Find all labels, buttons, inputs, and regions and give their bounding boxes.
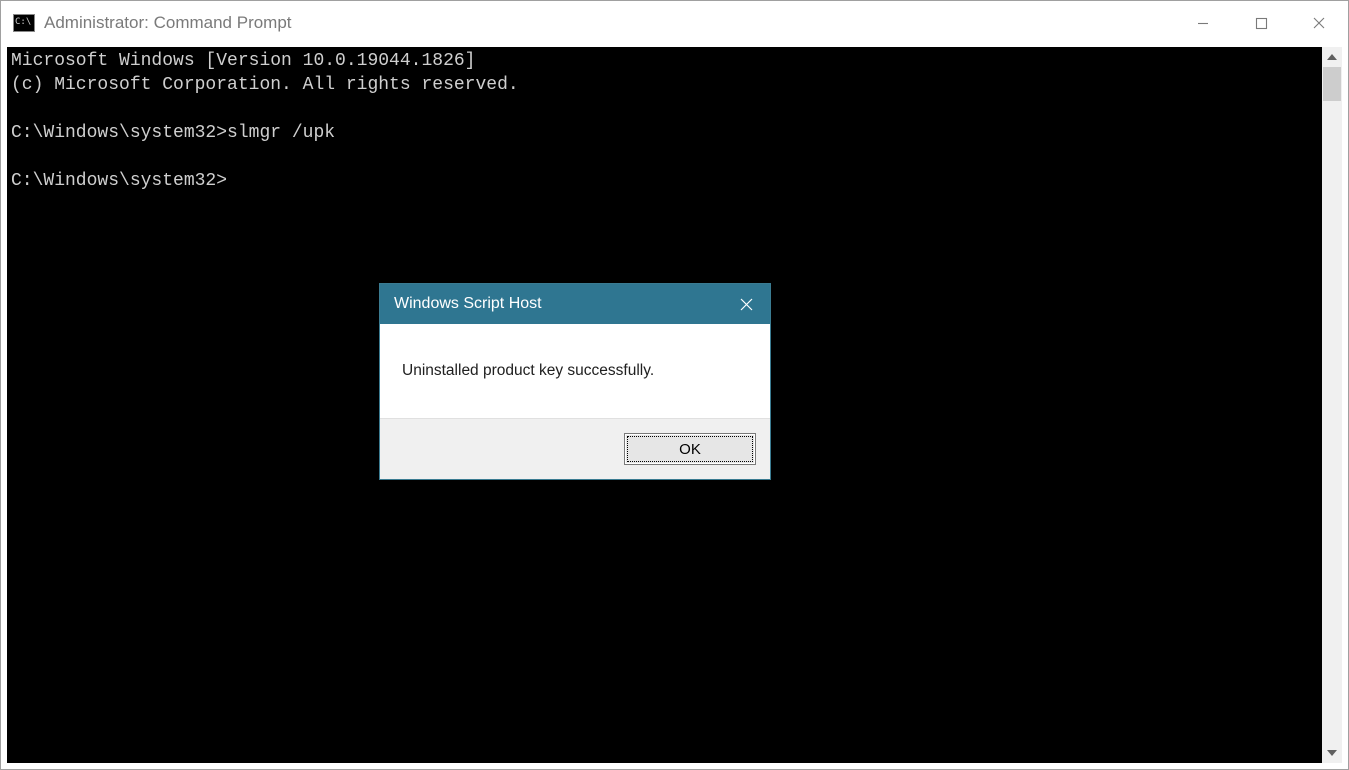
scroll-up-button[interactable] <box>1322 47 1342 67</box>
dialog-title: Windows Script Host <box>394 295 542 313</box>
titlebar[interactable]: Administrator: Command Prompt <box>1 1 1348 45</box>
console-line: (c) Microsoft Corporation. All rights re… <box>11 75 519 95</box>
dialog-footer: OK <box>380 418 770 479</box>
command-prompt-window: Administrator: Command Prompt Microsoft … <box>0 0 1349 770</box>
ok-button[interactable]: OK <box>624 433 756 465</box>
dialog-message: Uninstalled product key successfully. <box>402 362 654 379</box>
scrollbar-thumb[interactable] <box>1323 67 1341 101</box>
minimize-button[interactable] <box>1174 1 1232 45</box>
chevron-down-icon <box>1327 750 1337 756</box>
dialog-titlebar[interactable]: Windows Script Host <box>380 284 770 324</box>
console-line: C:\Windows\system32>slmgr /upk <box>11 123 335 143</box>
window-controls <box>1174 1 1348 45</box>
minimize-icon <box>1196 16 1210 30</box>
dialog-body: Uninstalled product key successfully. <box>380 324 770 418</box>
maximize-button[interactable] <box>1232 1 1290 45</box>
window-title: Administrator: Command Prompt <box>44 13 292 33</box>
console-line: Microsoft Windows [Version 10.0.19044.18… <box>11 51 475 71</box>
console-line: C:\Windows\system32> <box>11 171 227 191</box>
dialog-close-button[interactable] <box>722 284 770 324</box>
vertical-scrollbar[interactable] <box>1322 47 1342 763</box>
chevron-up-icon <box>1327 54 1337 60</box>
cmd-icon <box>13 14 35 32</box>
close-icon <box>1312 16 1326 30</box>
close-button[interactable] <box>1290 1 1348 45</box>
maximize-icon <box>1255 17 1268 30</box>
script-host-dialog: Windows Script Host Uninstalled product … <box>379 283 771 480</box>
close-icon <box>740 298 753 311</box>
scrollbar-track[interactable] <box>1322 67 1342 743</box>
scroll-down-button[interactable] <box>1322 743 1342 763</box>
